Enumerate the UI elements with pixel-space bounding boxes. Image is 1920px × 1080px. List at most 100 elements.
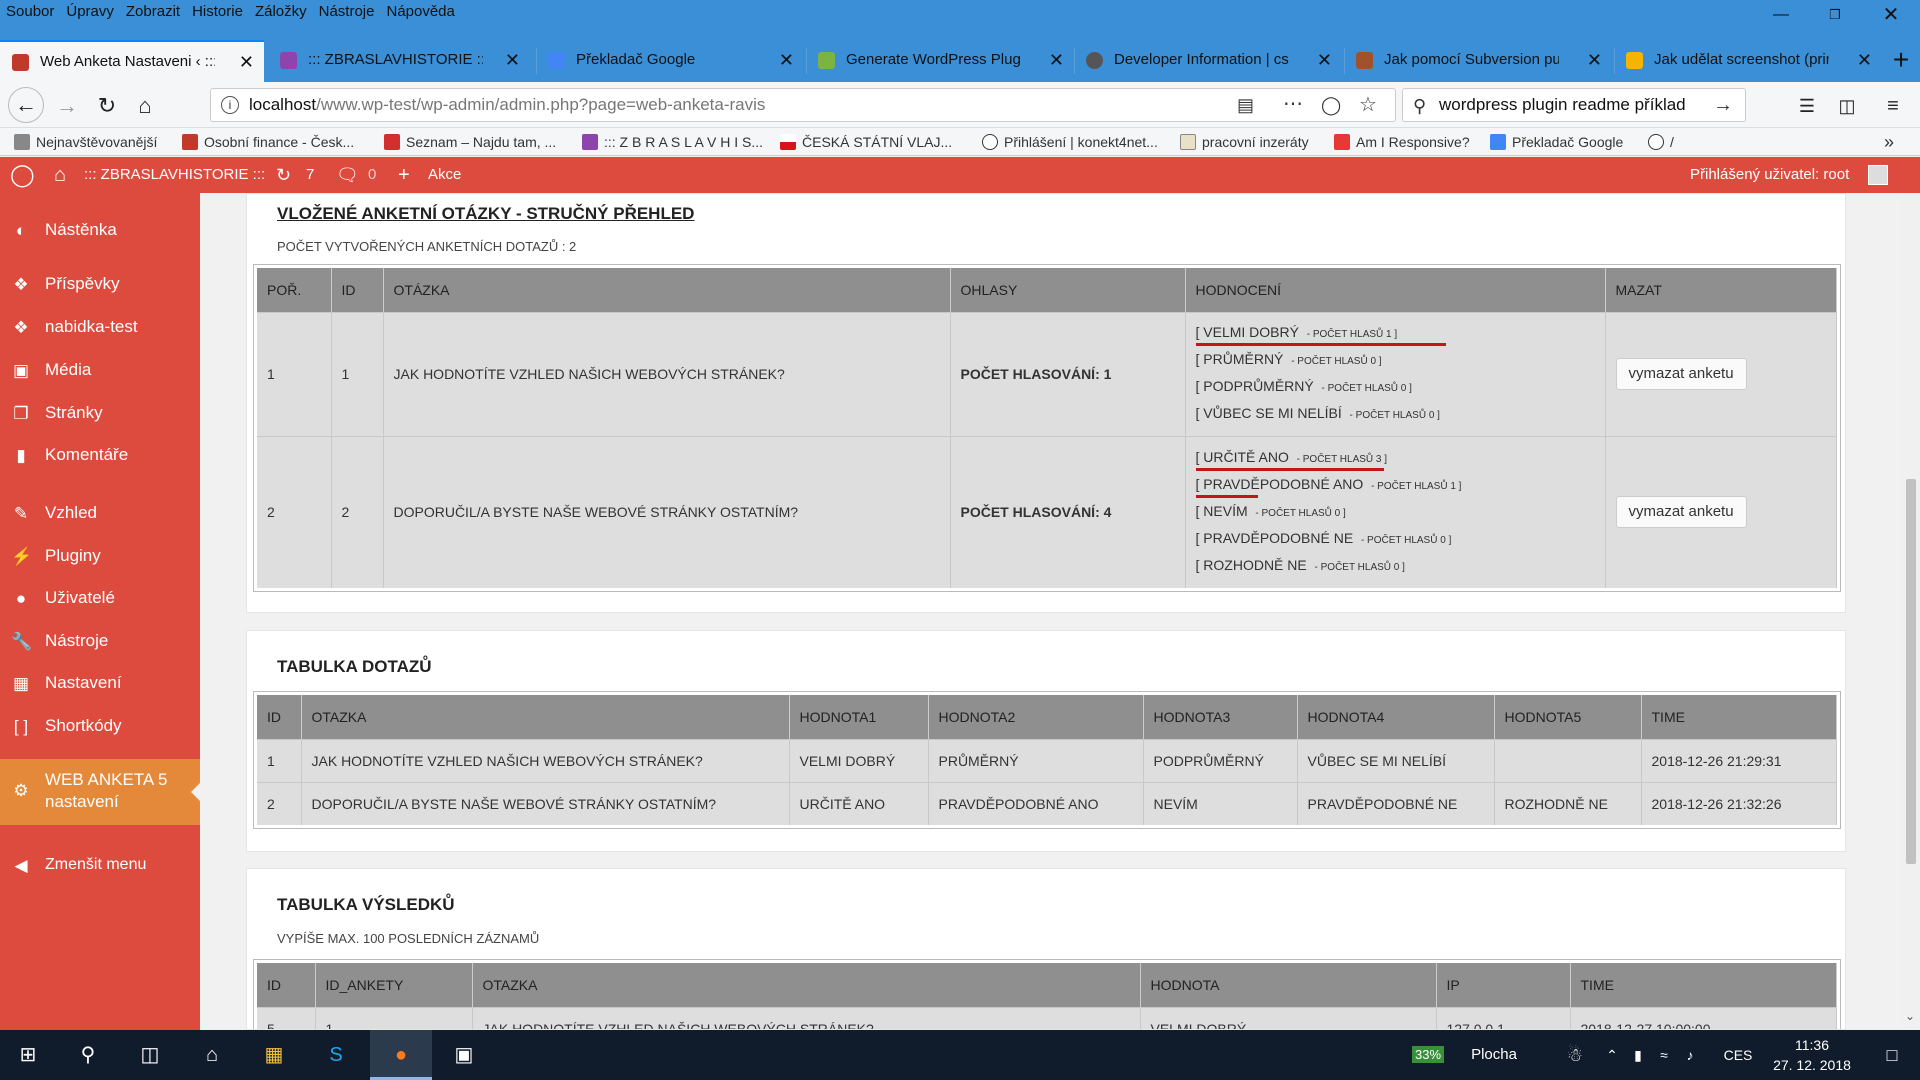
search-go-icon[interactable]: →: [1713, 89, 1733, 121]
sidebar-item-komentare[interactable]: ▮ Komentáře: [0, 438, 200, 472]
firefox-icon[interactable]: ●: [370, 1030, 432, 1080]
logged-in-user[interactable]: Přihlášený uživatel: root: [1690, 157, 1849, 193]
bookmark-statni-vlajka[interactable]: ČESKÁ STÁTNÍ VLAJ...: [780, 128, 952, 156]
tab-close-icon[interactable]: ✕: [239, 42, 254, 82]
collapse-menu[interactable]: ◀ Zmenšit menu: [0, 848, 200, 882]
people-icon[interactable]: ☃: [1560, 1030, 1590, 1080]
new-content-link[interactable]: Akce: [428, 157, 461, 193]
menu-zobrazit[interactable]: Zobrazit: [120, 0, 186, 24]
sidebar-item-prispevky[interactable]: ❖ Příspěvky: [0, 267, 200, 301]
sidebar-item-uzivatele[interactable]: ● Uživatelé: [0, 581, 200, 615]
bookmark-konekt4net[interactable]: Přihlášení | konekt4net...: [982, 128, 1158, 156]
tab-developer-info[interactable]: Developer Information | cs.W ✕: [1074, 40, 1342, 82]
menu-zalozky[interactable]: Záložky: [249, 0, 313, 24]
updates-icon[interactable]: ↻: [276, 157, 291, 193]
search-icon[interactable]: ⚲: [60, 1030, 116, 1080]
scrollbar-thumb[interactable]: [1906, 479, 1916, 864]
tab-close-icon[interactable]: ✕: [1317, 40, 1332, 80]
back-icon[interactable]: ←: [8, 87, 44, 123]
tab-subversion[interactable]: Jak pomocí Subversion publ ✕: [1344, 40, 1612, 82]
sidebar-item-nastroje[interactable]: 🔧 Nástroje: [0, 624, 200, 658]
tab-close-icon[interactable]: ✕: [779, 40, 794, 80]
clock[interactable]: 11:36 27. 12. 2018: [1762, 1030, 1862, 1080]
tab-screenshot[interactable]: Jak udělat screenshot (printsc ✕: [1614, 40, 1882, 82]
menu-napoveda[interactable]: Nápověda: [380, 0, 460, 24]
delete-poll-button[interactable]: vymazat anketu: [1615, 496, 1747, 529]
bookmark-most-visited[interactable]: Nejnavštěvovanější: [14, 128, 157, 156]
volume-icon[interactable]: ♪: [1678, 1030, 1702, 1080]
bookmark-prekladac[interactable]: Překladač Google: [1490, 128, 1623, 156]
home-app-icon[interactable]: ⌂: [184, 1030, 240, 1080]
desktop-toolbar[interactable]: Plocha: [1462, 1030, 1526, 1080]
sidebar-item-shortkody[interactable]: [ ] Shortkódy: [0, 709, 200, 743]
pocket-icon[interactable]: ◯: [1321, 89, 1341, 121]
bookmarks-overflow-icon[interactable]: »: [1884, 128, 1894, 156]
tab-close-icon[interactable]: ✕: [505, 40, 520, 80]
sidebar-toggle-icon[interactable]: ◫: [1830, 89, 1864, 123]
sidebar-item-web-anketa[interactable]: ⚙ WEB ANKETA 5 nastavení: [0, 759, 200, 825]
home-icon[interactable]: ⌂: [128, 89, 162, 123]
cell: 127.0.0.1: [1436, 1006, 1571, 1029]
sidebar-item-media[interactable]: ▣ Média: [0, 353, 200, 387]
tab-zbraslavhistorie[interactable]: ::: ZBRASLAVHISTORIE ::: – str ✕: [268, 40, 530, 82]
skype-icon[interactable]: S: [308, 1030, 364, 1080]
tab-close-icon[interactable]: ✕: [1049, 40, 1064, 80]
bookmark-root[interactable]: /: [1648, 128, 1674, 156]
sidebar-item-nastaveni[interactable]: ▦ Nastavení: [0, 666, 200, 700]
tab-prekladac[interactable]: Překladač Google ✕: [536, 40, 804, 82]
bookmark-seznam[interactable]: Seznam – Najdu tam, ...: [384, 128, 556, 156]
info-icon[interactable]: i: [221, 96, 239, 114]
menu-historie[interactable]: Historie: [186, 0, 249, 24]
sidebar-item-pluginy[interactable]: ⚡ Pluginy: [0, 539, 200, 573]
language-indicator[interactable]: CES: [1720, 1030, 1756, 1080]
forward-icon[interactable]: →: [50, 89, 84, 123]
avatar[interactable]: [1868, 165, 1888, 185]
windows-start-icon[interactable]: ⊞: [0, 1030, 56, 1080]
minimize-icon[interactable]: —: [1758, 0, 1804, 28]
tab-close-icon[interactable]: ✕: [1587, 40, 1602, 80]
notifications-icon[interactable]: □: [1872, 1030, 1912, 1080]
bookmark-pracovni-inzeraty[interactable]: pracovní inzeráty: [1180, 128, 1309, 156]
wordpress-logo-icon[interactable]: ◯: [10, 157, 35, 193]
home-icon[interactable]: ⌂: [54, 157, 66, 193]
bookmark-am-i-responsive[interactable]: Am I Responsive?: [1334, 128, 1470, 156]
battery-indicator[interactable]: 33%: [1400, 1030, 1456, 1080]
app-icon[interactable]: ▣: [436, 1030, 492, 1080]
hamburger-menu-icon[interactable]: ≡: [1876, 89, 1910, 123]
plus-icon[interactable]: +: [398, 157, 410, 193]
bookmark-osobni-finance[interactable]: Osobní finance - Česk...: [182, 128, 354, 156]
more-actions-icon[interactable]: ⋯: [1283, 89, 1303, 119]
bookmark-star-icon[interactable]: ☆: [1359, 89, 1377, 121]
restore-icon[interactable]: ❐: [1812, 0, 1858, 28]
menu-soubor[interactable]: Soubor: [0, 0, 60, 24]
page-scrollbar[interactable]: ⌄: [1902, 193, 1920, 1030]
favicon-icon: [818, 52, 835, 69]
new-tab-icon[interactable]: +: [1884, 40, 1918, 80]
scroll-down-icon[interactable]: ⌄: [1905, 1009, 1915, 1023]
power-icon[interactable]: ▮: [1626, 1030, 1650, 1080]
tray-chevron-icon[interactable]: ⌃: [1600, 1030, 1624, 1080]
menu-upravy[interactable]: Úpravy: [60, 0, 120, 24]
menu-nastroje[interactable]: Nástroje: [313, 0, 381, 24]
tab-close-icon[interactable]: ✕: [1857, 40, 1872, 80]
reload-icon[interactable]: ↻: [90, 89, 124, 123]
comments-icon[interactable]: 🗨: [336, 157, 359, 193]
site-name[interactable]: ::: ZBRASLAVHISTORIE :::: [84, 157, 265, 193]
file-explorer-icon[interactable]: ▦: [246, 1030, 302, 1080]
wifi-icon[interactable]: ≈: [1652, 1030, 1676, 1080]
sidebar-item-stranky[interactable]: ❐ Stránky: [0, 396, 200, 430]
library-icon[interactable]: ☰: [1790, 89, 1824, 123]
sidebar-item-nastenka[interactable]: ◐ Nástěnka: [0, 213, 200, 247]
sidebar-item-vzhled[interactable]: ✎ Vzhled: [0, 496, 200, 530]
tab-web-anketa[interactable]: Web Anketa Nastaveni ‹ ::: ZB ✕: [0, 40, 264, 82]
delete-poll-button[interactable]: vymazat anketu: [1615, 358, 1747, 390]
tab-generate-plugin[interactable]: Generate WordPress Plugin re ✕: [806, 40, 1074, 82]
search-bar[interactable]: ⚲ wordpress plugin readme příklad →: [1402, 88, 1746, 122]
bookmark-zbraslav[interactable]: ::: Z B R A S L A V H I S...: [582, 128, 763, 156]
sidebar-item-nabidka-test[interactable]: ❖ nabidka-test: [0, 310, 200, 344]
reader-view-icon[interactable]: ▤: [1237, 89, 1254, 121]
search-input[interactable]: wordpress plugin readme příklad: [1439, 89, 1686, 121]
task-view-icon[interactable]: ◫: [122, 1030, 178, 1080]
url-bar[interactable]: i localhost/www.wp-test/wp-admin/admin.p…: [210, 88, 1396, 122]
close-window-icon[interactable]: ✕: [1868, 0, 1914, 28]
